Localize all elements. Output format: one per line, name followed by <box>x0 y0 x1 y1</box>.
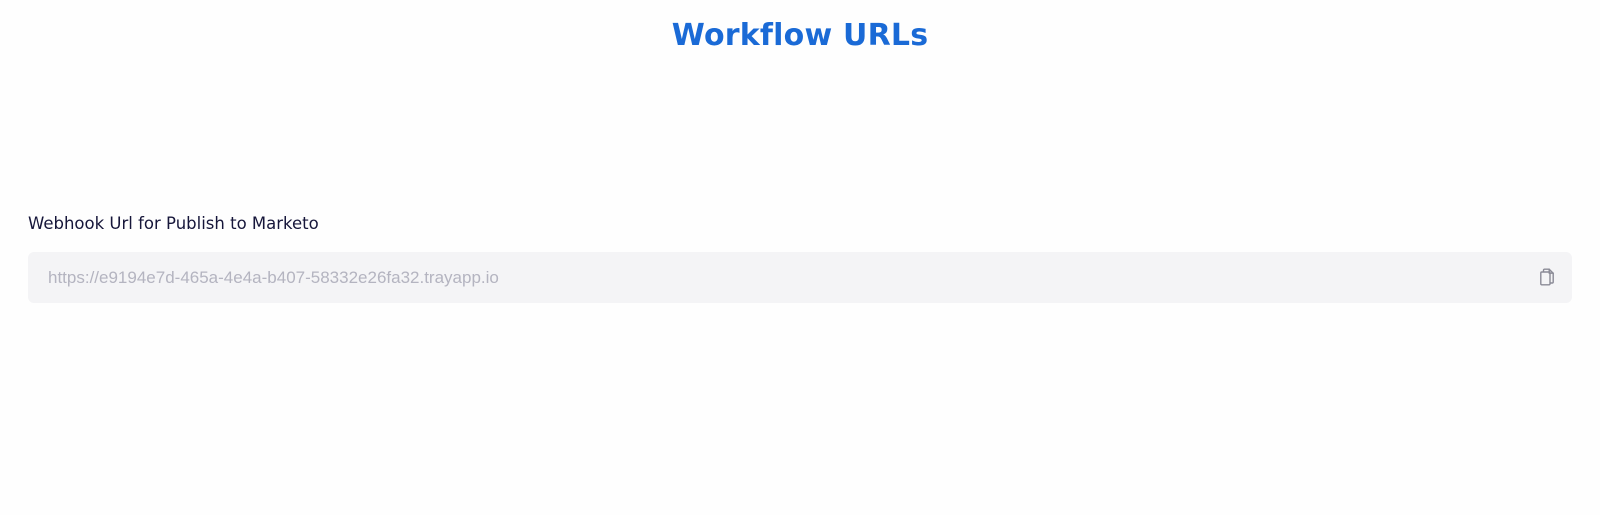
copy-url-button[interactable] <box>1534 264 1560 290</box>
webhook-url-value[interactable]: https://e9194e7d-465a-4e4a-b407-58332e26… <box>48 252 499 303</box>
copy-icon <box>1537 267 1557 287</box>
webhook-url-field[interactable]: https://e9194e7d-465a-4e4a-b407-58332e26… <box>28 252 1572 303</box>
webhook-url-label: Webhook Url for Publish to Marketo <box>28 214 319 233</box>
page-title: Workflow URLs <box>671 18 929 53</box>
